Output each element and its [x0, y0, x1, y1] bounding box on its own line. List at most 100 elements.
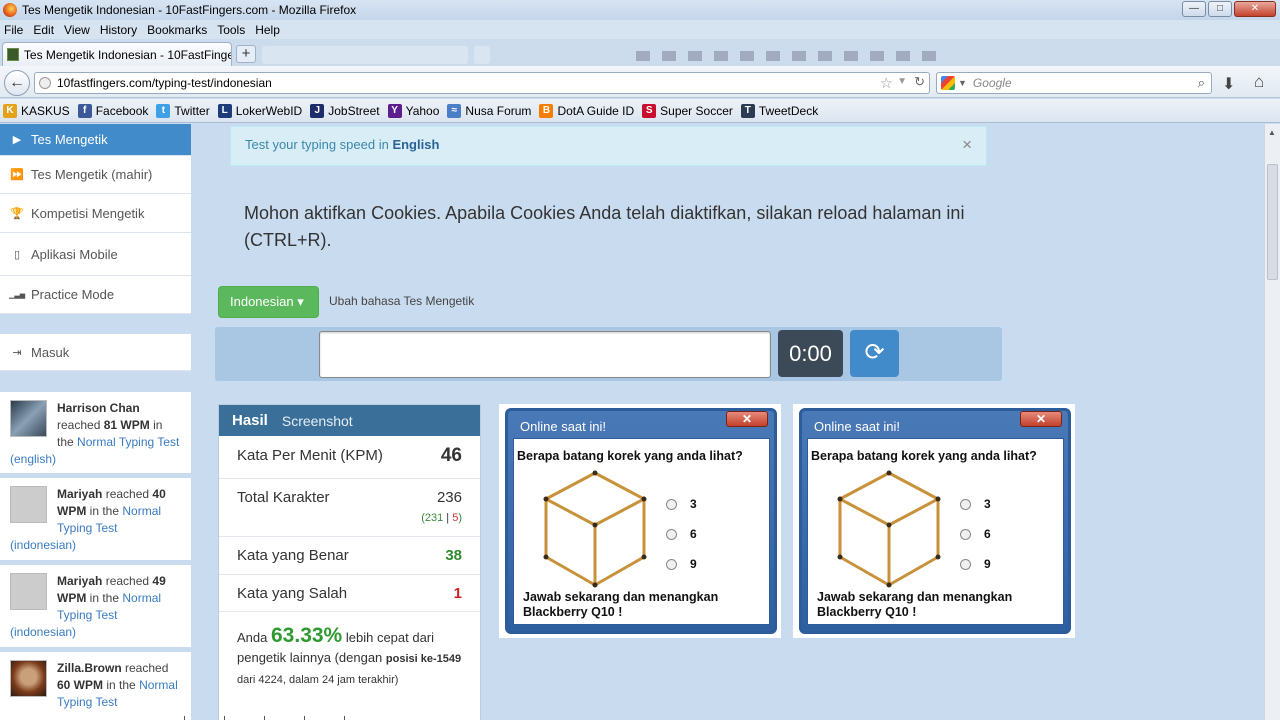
maximize-button[interactable]: □ — [1208, 1, 1232, 17]
ad-close-button[interactable]: ✕ — [726, 411, 768, 427]
menu-edit[interactable]: Edit — [33, 23, 54, 37]
radio-button[interactable] — [666, 558, 677, 570]
sidebar-item-tes-mengetik[interactable]: ▶ Tes Mengetik — [0, 124, 191, 156]
ad-cta[interactable]: Jawab sekarang dan menangkan Blackberry … — [817, 590, 1037, 620]
search-bar[interactable]: ▼ Google ⌕ — [936, 72, 1212, 94]
alert-language-link[interactable]: English — [392, 137, 439, 152]
radio-button[interactable] — [960, 528, 971, 540]
reload-icon[interactable]: ↻ — [914, 74, 925, 90]
sidebar-item-kompetisi[interactable]: 🏆 Kompetisi Mengetik — [0, 194, 191, 233]
bookmark-item[interactable]: t Twitter — [156, 103, 210, 118]
activity-user-name[interactable]: Mariyah — [57, 574, 102, 588]
radio-button[interactable] — [666, 498, 677, 510]
vertical-scrollbar[interactable]: ▲ — [1264, 124, 1280, 720]
result-value: 46 — [440, 445, 462, 466]
radio-button[interactable] — [960, 558, 971, 570]
search-icon[interactable]: ⌕ — [1198, 75, 1205, 91]
scrollbar-thumb[interactable] — [1267, 164, 1278, 280]
menu-help[interactable]: Help — [255, 23, 280, 37]
supersoccer-icon: S — [642, 103, 657, 118]
search-engine-dropdown-icon[interactable]: ▼ — [958, 78, 967, 88]
new-tab-button[interactable]: + — [236, 45, 256, 63]
activity-wpm: 60 WPM — [57, 678, 104, 692]
activity-mid: in the — [106, 678, 136, 692]
trophy-icon: 🏆 — [10, 207, 24, 220]
back-button[interactable]: ← — [4, 70, 30, 96]
restart-button[interactable]: ⟳ — [850, 330, 899, 377]
window-title: Tes Mengetik Indonesian - 10FastFingers.… — [22, 3, 357, 17]
menu-file[interactable]: File — [4, 23, 23, 37]
background-tab[interactable] — [262, 46, 468, 64]
url-bar[interactable]: 10fastfingers.com/typing-test/indonesian… — [34, 72, 930, 94]
bookmark-item[interactable]: ≈ Nusa Forum — [447, 103, 531, 118]
tab-active[interactable]: Tes Mengetik Indonesian - 10FastFingers.… — [2, 42, 232, 66]
minimize-button[interactable]: — — [1182, 1, 1206, 17]
alert-close-button[interactable]: × — [962, 135, 972, 155]
activity-test-link[interactable]: Normal Typing Test (english) — [10, 435, 179, 466]
google-icon[interactable] — [941, 76, 955, 90]
menu-history[interactable]: History — [100, 23, 137, 37]
activity-user-name[interactable]: Mariyah — [57, 487, 102, 501]
ad-option[interactable]: 3 — [666, 497, 697, 511]
language-dropdown-button[interactable]: Indonesian ▾ — [218, 286, 319, 318]
url-text[interactable]: 10fastfingers.com/typing-test/indonesian — [57, 76, 272, 90]
sidebar-item-tes-mengetik-mahir[interactable]: ⏩ Tes Mengetik (mahir) — [0, 156, 191, 194]
bookmark-item[interactable]: f Facebook — [77, 103, 148, 118]
ad-option[interactable]: 9 — [960, 557, 991, 571]
sidebar-item-practice-mode[interactable]: ▁▃▅ Practice Mode — [0, 276, 191, 314]
result-char-breakdown: (231 | 5) — [421, 511, 462, 525]
radio-button[interactable] — [666, 528, 677, 540]
radio-button[interactable] — [960, 498, 971, 510]
login-link[interactable]: ⇥ Masuk — [0, 334, 191, 371]
menu-tools[interactable]: Tools — [217, 23, 245, 37]
activity-user-name[interactable]: Zilla.Brown — [57, 661, 122, 675]
bookmark-item[interactable]: S Super Soccer — [642, 103, 733, 118]
bookmark-label: KASKUS — [21, 103, 70, 118]
bookmark-label: TweetDeck — [758, 103, 819, 118]
ad-option-label: 6 — [984, 527, 991, 541]
advertisement[interactable]: Online saat ini! ✕ Berapa batang korek y… — [793, 404, 1075, 638]
activity-user-name[interactable]: Harrison Chan — [57, 401, 140, 415]
ad-option[interactable]: 6 — [960, 527, 991, 541]
user-avatar[interactable] — [10, 486, 47, 523]
bookmark-item[interactable]: J JobStreet — [310, 103, 380, 118]
ad-cta[interactable]: Jawab sekarang dan menangkan Blackberry … — [523, 590, 743, 620]
matchstick-cube-image — [837, 470, 941, 588]
yahoo-icon: Y — [387, 103, 402, 118]
firefox-logo-icon — [3, 3, 17, 17]
sidebar-item-label: Tes Mengetik (mahir) — [31, 167, 153, 182]
tab-screenshot[interactable]: Screenshot — [282, 413, 353, 429]
bookmark-item[interactable]: K KASKUS — [3, 103, 70, 118]
scroll-up-icon[interactable]: ▲ — [1268, 128, 1276, 137]
result-row-kpm: Kata Per Menit (KPM) 46 — [219, 436, 480, 479]
home-icon[interactable]: ⌂ — [1254, 72, 1264, 92]
sidebar-item-aplikasi-mobile[interactable]: ▯ Aplikasi Mobile — [0, 233, 191, 276]
close-window-button[interactable]: ✕ — [1234, 1, 1276, 17]
ad-close-button[interactable]: ✕ — [1020, 411, 1062, 427]
bookmarks-toolbar: K KASKUS f Facebook t Twitter L LokerWebID J JobS… — [0, 99, 1280, 123]
bookmark-item[interactable]: B DotA Guide ID — [539, 103, 634, 118]
menu-view[interactable]: View — [64, 23, 90, 37]
url-dropdown-icon[interactable]: ▼ — [897, 76, 907, 87]
background-tab-close[interactable] — [474, 46, 490, 64]
user-avatar[interactable] — [10, 400, 47, 437]
bookmark-item[interactable]: Y Yahoo — [387, 103, 439, 118]
sidebar-item-label: Tes Mengetik — [31, 132, 108, 147]
typing-input[interactable] — [319, 331, 771, 378]
bookmark-item[interactable]: L LokerWebID — [217, 103, 302, 118]
advertisement[interactable]: Online saat ini! ✕ Berapa batang korek y… — [499, 404, 781, 638]
timer: 0:00 — [778, 330, 843, 377]
search-placeholder[interactable]: Google — [973, 76, 1012, 90]
user-avatar[interactable] — [10, 573, 47, 610]
bookmark-item[interactable]: T TweetDeck — [740, 103, 819, 118]
ad-option[interactable]: 9 — [666, 557, 697, 571]
bookmark-star-icon[interactable]: ☆ — [880, 74, 893, 92]
tab-hasil[interactable]: Hasil — [232, 412, 268, 429]
menu-bookmarks[interactable]: Bookmarks — [147, 23, 207, 37]
cookie-message: Mohon aktifkan Cookies. Apabila Cookies … — [244, 203, 965, 250]
ad-option[interactable]: 3 — [960, 497, 991, 511]
ad-option-label: 9 — [690, 557, 697, 571]
download-icon[interactable]: ⬇ — [1222, 74, 1235, 94]
user-avatar[interactable] — [10, 660, 47, 697]
ad-option[interactable]: 6 — [666, 527, 697, 541]
